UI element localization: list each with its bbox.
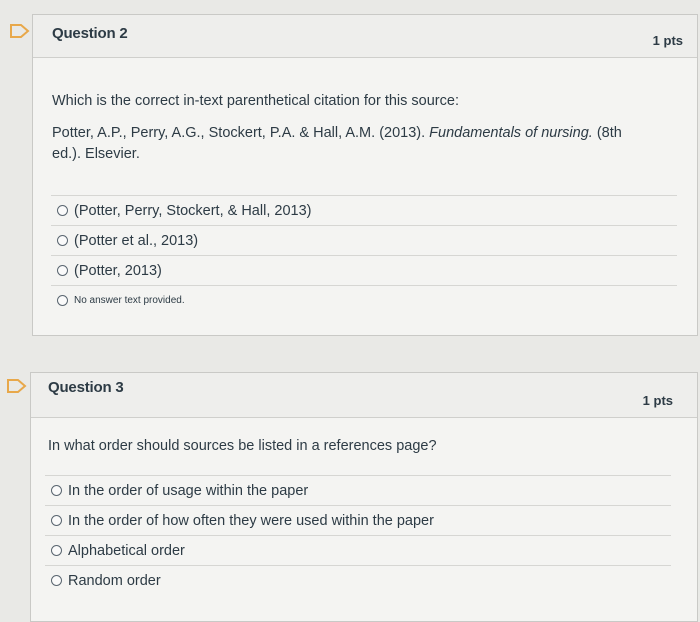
answer-option[interactable]: In the order of usage within the paper	[45, 475, 671, 505]
source-edition: (8th	[592, 125, 622, 141]
flag-question-2-icon[interactable]	[9, 23, 31, 39]
question-2-card: Question 2 1 pts Which is the correct in…	[32, 14, 698, 336]
question-3-header: Question 3 1 pts	[31, 373, 697, 418]
answer-option[interactable]: Random order	[45, 565, 671, 595]
question-2-header: Question 2 1 pts	[33, 15, 697, 58]
radio-unchecked-icon[interactable]	[51, 515, 62, 526]
answer-label: In the order of how often they were used…	[68, 512, 434, 529]
answer-option[interactable]: (Potter, Perry, Stockert, & Hall, 2013)	[51, 195, 677, 225]
question-2-prompt: Which is the correct in-text parenthetic…	[52, 93, 459, 109]
radio-unchecked-icon[interactable]	[51, 485, 62, 496]
answer-label: Alphabetical order	[68, 542, 185, 559]
question-2-points: 1 pts	[652, 33, 683, 48]
answer-option[interactable]: (Potter, 2013)	[51, 255, 677, 285]
source-publisher: ed.). Elsevier.	[52, 146, 140, 162]
radio-unchecked-icon[interactable]	[51, 545, 62, 556]
question-3-card: Question 3 1 pts In what order should so…	[30, 372, 698, 622]
answer-label: (Potter, Perry, Stockert, & Hall, 2013)	[74, 202, 312, 219]
radio-unchecked-icon[interactable]	[57, 205, 68, 216]
radio-unchecked-icon[interactable]	[57, 265, 68, 276]
answer-option[interactable]: No answer text provided.	[51, 285, 677, 315]
question-2-source: Potter, A.P., Perry, A.G., Stockert, P.A…	[52, 123, 652, 165]
source-authors: Potter, A.P., Perry, A.G., Stockert, P.A…	[52, 125, 430, 141]
source-title: Fundamentals of nursing.	[429, 125, 593, 141]
question-3-prompt: In what order should sources be listed i…	[48, 438, 437, 454]
answer-label: Random order	[68, 572, 161, 589]
answer-label: In the order of usage within the paper	[68, 482, 309, 499]
question-3-points: 1 pts	[642, 393, 673, 408]
answer-label: (Potter, 2013)	[74, 262, 162, 279]
radio-unchecked-icon[interactable]	[57, 235, 68, 246]
question-3-title: Question 3	[48, 379, 124, 396]
answer-label: (Potter et al., 2013)	[74, 232, 199, 249]
answer-option[interactable]: In the order of how often they were used…	[45, 505, 671, 535]
question-3-answers: In the order of usage within the paper I…	[45, 475, 671, 595]
answer-option[interactable]: (Potter et al., 2013)	[51, 225, 677, 255]
radio-unchecked-icon[interactable]	[51, 575, 62, 586]
question-2-answers: (Potter, Perry, Stockert, & Hall, 2013) …	[51, 195, 677, 315]
question-2-title: Question 2	[52, 25, 128, 42]
flag-question-3-icon[interactable]	[6, 378, 28, 394]
answer-option[interactable]: Alphabetical order	[45, 535, 671, 565]
answer-label: No answer text provided.	[74, 295, 185, 306]
radio-unchecked-icon[interactable]	[57, 295, 68, 306]
